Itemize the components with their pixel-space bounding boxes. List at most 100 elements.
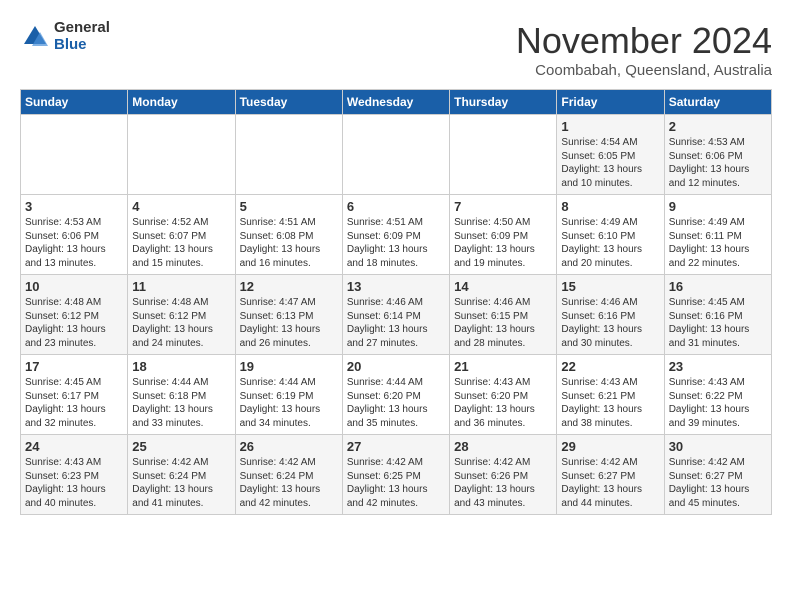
calendar-cell: 12 Sunrise: 4:47 AM Sunset: 6:13 PM Dayli… [235,275,342,355]
calendar-week-4: 17Sunrise: 4:45 AM Sunset: 6:17 PM Dayli… [21,355,772,435]
calendar-body: 1 Sunrise: 4:54 AM Sunset: 6:05 PM Daylig… [21,115,772,515]
calendar-cell: 13 Sunrise: 4:46 AM Sunset: 6:14 PM Dayli… [342,275,449,355]
header-day-thursday: Thursday [450,90,557,115]
day-info: Sunrise: 4:54 AM Sunset: 6:05 PM Dayligh… [561,136,659,190]
calendar-cell: 22 Sunrise: 4:43 AM Sunset: 6:21 PM Dayli… [557,355,664,435]
day-number: 30 [669,439,767,454]
day-number: 22 [561,359,659,374]
day-number: 17 [25,359,123,374]
calendar-cell [235,115,342,195]
calendar-cell: 26Sunrise: 4:42 AM Sunset: 6:24 PM Dayli… [235,435,342,515]
calendar-cell [450,115,557,195]
day-number: 15 [561,279,659,294]
day-number: 2 [669,119,767,134]
calendar-cell: 2 Sunrise: 4:53 AM Sunset: 6:06 PM Daylig… [664,115,771,195]
day-number: 7 [454,199,552,214]
day-info: Sunrise: 4:51 AM Sunset: 6:08 PM Dayligh… [240,216,338,270]
header-day-wednesday: Wednesday [342,90,449,115]
day-number: 12 [240,279,338,294]
logo-blue: Blue [54,37,110,54]
day-number: 8 [561,199,659,214]
calendar-cell: 29 Sunrise: 4:42 AM Sunset: 6:27 PM Dayli… [557,435,664,515]
calendar-cell: 10Sunrise: 4:48 AM Sunset: 6:12 PM Dayli… [21,275,128,355]
calendar-cell: 11 Sunrise: 4:48 AM Sunset: 6:12 PM Dayli… [128,275,235,355]
location-title: Coombabah, Queensland, Australia [516,62,772,79]
day-number: 18 [132,359,230,374]
day-info: Sunrise: 4:43 AM Sunset: 6:21 PM Dayligh… [561,376,659,430]
day-info: Sunrise: 4:44 AM Sunset: 6:18 PM Dayligh… [132,376,230,430]
day-number: 25 [132,439,230,454]
day-number: 28 [454,439,552,454]
calendar-week-1: 1 Sunrise: 4:54 AM Sunset: 6:05 PM Daylig… [21,115,772,195]
day-info: Sunrise: 4:50 AM Sunset: 6:09 PM Dayligh… [454,216,552,270]
day-number: 1 [561,119,659,134]
day-number: 4 [132,199,230,214]
calendar-cell: 4 Sunrise: 4:52 AM Sunset: 6:07 PM Daylig… [128,195,235,275]
calendar-header: SundayMondayTuesdayWednesdayThursdayFrid… [21,90,772,115]
day-info: Sunrise: 4:44 AM Sunset: 6:19 PM Dayligh… [240,376,338,430]
day-info: Sunrise: 4:43 AM Sunset: 6:22 PM Dayligh… [669,376,767,430]
day-info: Sunrise: 4:46 AM Sunset: 6:16 PM Dayligh… [561,296,659,350]
day-info: Sunrise: 4:45 AM Sunset: 6:16 PM Dayligh… [669,296,767,350]
header-row: SundayMondayTuesdayWednesdayThursdayFrid… [21,90,772,115]
day-info: Sunrise: 4:48 AM Sunset: 6:12 PM Dayligh… [132,296,230,350]
calendar-cell: 17Sunrise: 4:45 AM Sunset: 6:17 PM Dayli… [21,355,128,435]
day-number: 13 [347,279,445,294]
calendar-cell: 25 Sunrise: 4:42 AM Sunset: 6:24 PM Dayli… [128,435,235,515]
calendar-cell: 14 Sunrise: 4:46 AM Sunset: 6:15 PM Dayli… [450,275,557,355]
calendar-week-2: 3Sunrise: 4:53 AM Sunset: 6:06 PM Daylig… [21,195,772,275]
day-info: Sunrise: 4:46 AM Sunset: 6:14 PM Dayligh… [347,296,445,350]
day-number: 24 [25,439,123,454]
day-info: Sunrise: 4:51 AM Sunset: 6:09 PM Dayligh… [347,216,445,270]
calendar-cell: 3Sunrise: 4:53 AM Sunset: 6:06 PM Daylig… [21,195,128,275]
calendar-cell: 1 Sunrise: 4:54 AM Sunset: 6:05 PM Daylig… [557,115,664,195]
calendar-cell: 27Sunrise: 4:42 AM Sunset: 6:25 PM Dayli… [342,435,449,515]
calendar-cell: 16Sunrise: 4:45 AM Sunset: 6:16 PM Dayli… [664,275,771,355]
day-number: 11 [132,279,230,294]
logo: General Blue [20,20,110,53]
day-info: Sunrise: 4:44 AM Sunset: 6:20 PM Dayligh… [347,376,445,430]
day-number: 20 [347,359,445,374]
day-number: 19 [240,359,338,374]
calendar-cell: 30 Sunrise: 4:42 AM Sunset: 6:27 PM Dayli… [664,435,771,515]
calendar-cell: 5 Sunrise: 4:51 AM Sunset: 6:08 PM Daylig… [235,195,342,275]
calendar-cell: 15 Sunrise: 4:46 AM Sunset: 6:16 PM Dayli… [557,275,664,355]
day-info: Sunrise: 4:42 AM Sunset: 6:24 PM Dayligh… [132,456,230,510]
day-number: 29 [561,439,659,454]
day-info: Sunrise: 4:52 AM Sunset: 6:07 PM Dayligh… [132,216,230,270]
day-number: 6 [347,199,445,214]
calendar-cell: 8 Sunrise: 4:49 AM Sunset: 6:10 PM Daylig… [557,195,664,275]
day-number: 3 [25,199,123,214]
day-info: Sunrise: 4:42 AM Sunset: 6:24 PM Dayligh… [240,456,338,510]
day-info: Sunrise: 4:42 AM Sunset: 6:26 PM Dayligh… [454,456,552,510]
title-area: November 2024 Coombabah, Queensland, Aus… [516,20,772,79]
calendar-cell: 6 Sunrise: 4:51 AM Sunset: 6:09 PM Daylig… [342,195,449,275]
header: General Blue November 2024 Coombabah, Qu… [20,20,772,79]
day-number: 5 [240,199,338,214]
logo-text: General Blue [54,20,110,53]
header-day-tuesday: Tuesday [235,90,342,115]
calendar-cell: 23Sunrise: 4:43 AM Sunset: 6:22 PM Dayli… [664,355,771,435]
calendar-cell [21,115,128,195]
day-info: Sunrise: 4:43 AM Sunset: 6:23 PM Dayligh… [25,456,123,510]
day-info: Sunrise: 4:42 AM Sunset: 6:27 PM Dayligh… [561,456,659,510]
header-day-monday: Monday [128,90,235,115]
day-info: Sunrise: 4:49 AM Sunset: 6:10 PM Dayligh… [561,216,659,270]
calendar-cell: 18 Sunrise: 4:44 AM Sunset: 6:18 PM Dayli… [128,355,235,435]
calendar-week-5: 24 Sunrise: 4:43 AM Sunset: 6:23 PM Dayli… [21,435,772,515]
calendar-cell: 28 Sunrise: 4:42 AM Sunset: 6:26 PM Dayli… [450,435,557,515]
day-info: Sunrise: 4:48 AM Sunset: 6:12 PM Dayligh… [25,296,123,350]
calendar-cell: 21Sunrise: 4:43 AM Sunset: 6:20 PM Dayli… [450,355,557,435]
day-info: Sunrise: 4:43 AM Sunset: 6:20 PM Dayligh… [454,376,552,430]
calendar-table: SundayMondayTuesdayWednesdayThursdayFrid… [20,89,772,515]
day-info: Sunrise: 4:47 AM Sunset: 6:13 PM Dayligh… [240,296,338,350]
calendar-cell [128,115,235,195]
day-number: 27 [347,439,445,454]
day-info: Sunrise: 4:53 AM Sunset: 6:06 PM Dayligh… [669,136,767,190]
calendar-cell [342,115,449,195]
header-day-sunday: Sunday [21,90,128,115]
day-number: 14 [454,279,552,294]
day-info: Sunrise: 4:46 AM Sunset: 6:15 PM Dayligh… [454,296,552,350]
day-info: Sunrise: 4:42 AM Sunset: 6:27 PM Dayligh… [669,456,767,510]
header-day-friday: Friday [557,90,664,115]
